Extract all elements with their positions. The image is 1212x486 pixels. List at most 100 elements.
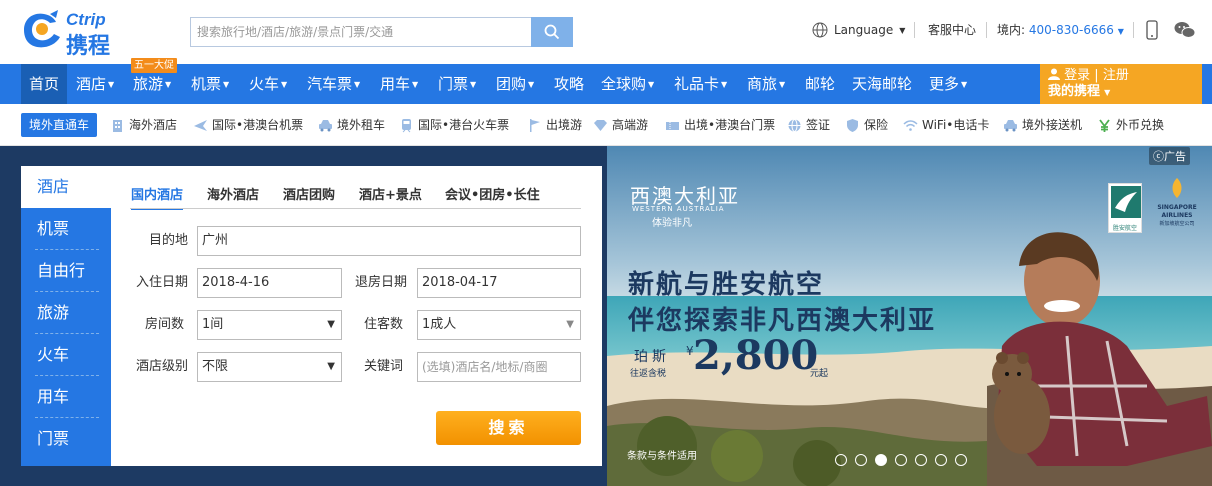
tab-hotel-groupbuy[interactable]: 酒店团购 <box>283 186 335 206</box>
nav-label: 火车 <box>249 75 280 93</box>
side-tab-car[interactable]: 用车 <box>21 376 111 418</box>
carousel-dot[interactable] <box>835 454 847 466</box>
mobile-icon[interactable] <box>1146 20 1158 44</box>
subnav-outbound-tours[interactable]: 出境游 <box>527 114 582 136</box>
subnav-overseas-hotel[interactable]: 海外酒店 <box>110 114 177 136</box>
hotel-search-button[interactable]: 搜索 <box>436 411 581 445</box>
checkout-label: 退房日期 <box>354 275 407 290</box>
airline-name-silkair: 胜安航空 <box>1112 225 1137 232</box>
nav-item-train[interactable]: 火车 ▼ <box>249 64 287 104</box>
chevron-down-icon: ▼ <box>412 79 419 89</box>
nav-label: 首页 <box>29 75 60 93</box>
subnav-insurance[interactable]: 保险 <box>845 114 888 136</box>
subnav-outbound-tickets[interactable]: 出境•港澳台门票 <box>665 114 775 136</box>
subnav-label: 外币兑换 <box>1116 118 1165 132</box>
side-tab-train[interactable]: 火车 <box>21 334 111 376</box>
subnav-wifi[interactable]: WiFi•电话卡 <box>903 114 989 136</box>
carousel-dot[interactable] <box>935 454 947 466</box>
divider <box>986 22 987 38</box>
tab-overseas-hotel[interactable]: 海外酒店 <box>207 186 259 206</box>
tab-meeting-longstay[interactable]: 会议•团房•长住 <box>445 186 540 206</box>
login-link[interactable]: 登录 <box>1064 68 1090 83</box>
search-input[interactable]: 搜索旅行地/酒店/旅游/景点门票/交通 <box>190 17 531 47</box>
side-tab-travel[interactable]: 旅游 <box>21 292 111 334</box>
ad-round-trip: 往返含税 <box>630 369 667 379</box>
side-tab-freetour[interactable]: 自由行 <box>21 250 111 292</box>
language-selector[interactable]: Language ▼ <box>812 20 905 40</box>
guests-value: 1成人 <box>422 317 457 332</box>
nav-item-gift-card[interactable]: 礼品卡 ▼ <box>674 64 727 104</box>
nav-label: 邮轮 <box>805 75 836 93</box>
side-tab-hotel[interactable]: 酒店 <box>21 166 111 208</box>
nav-item-bus[interactable]: 汽车票 ▼ <box>307 64 360 104</box>
nav-item-business[interactable]: 商旅 ▼ <box>747 64 785 104</box>
side-tab-flights[interactable]: 机票 <box>21 208 111 250</box>
nav-item-hotel[interactable]: 酒店 ▼ <box>76 64 114 104</box>
phone-label: 境内: <box>997 23 1026 37</box>
subnav-airport-transfer[interactable]: 境外接送机 <box>1003 114 1082 136</box>
my-ctrip-link[interactable]: 我的携程 ▼ <box>1048 84 1194 101</box>
chevron-down-icon: ▼ <box>961 79 968 89</box>
nav-label: 团购 <box>496 75 527 93</box>
guests-select[interactable]: 1成人 ▼ <box>417 310 581 340</box>
subnav-car-rental[interactable]: 境外租车 <box>318 114 385 136</box>
nav-item-tickets[interactable]: 门票 ▼ <box>438 64 476 104</box>
subnav-label: 出境•港澳台门票 <box>684 118 776 132</box>
subnav-currency-exchange[interactable]: 外币兑换 <box>1097 114 1164 136</box>
nav-item-more[interactable]: 更多 ▼ <box>929 64 967 104</box>
nav-item-groupbuy[interactable]: 团购 ▼ <box>496 64 534 104</box>
logo-text-cn: 携程 <box>66 34 111 59</box>
chevron-down-icon: ▼ <box>223 79 230 89</box>
carousel-dot[interactable] <box>955 454 967 466</box>
destination-field[interactable]: 广州 <box>197 226 581 256</box>
ad-terms: 条款与条件适用 <box>627 451 697 462</box>
subnav-intl-flights[interactable]: 国际•港澳台机票 <box>193 114 303 136</box>
carousel-dot[interactable] <box>915 454 927 466</box>
carousel-dot[interactable] <box>855 454 867 466</box>
carousel-dot[interactable] <box>895 454 907 466</box>
yen-icon <box>1099 118 1110 132</box>
tab-domestic-hotel[interactable]: 国内酒店 <box>131 186 184 210</box>
nav-item-global-shop[interactable]: 全球购 ▼ <box>601 64 654 104</box>
chevron-down-icon: ▼ <box>528 79 535 89</box>
subnav-intl-train[interactable]: 国际•港台火车票 <box>399 114 509 136</box>
nav-item-car[interactable]: 用车 ▼ <box>380 64 418 104</box>
checkout-date-field[interactable]: 2018-04-17 <box>417 268 581 298</box>
tab-hotel-attraction[interactable]: 酒店+景点 <box>359 186 422 206</box>
nav-item-home[interactable]: 首页 <box>21 64 68 104</box>
wechat-icon[interactable] <box>1174 20 1196 44</box>
customer-service-link[interactable]: 客服中心 <box>928 20 976 40</box>
carousel-dot[interactable] <box>875 454 887 466</box>
nav-item-flights[interactable]: 机票 ▼ <box>191 64 229 104</box>
side-tab-tickets[interactable]: 门票 <box>21 418 111 460</box>
checkin-date-field[interactable]: 2018-4-16 <box>197 268 342 298</box>
rooms-select[interactable]: 1间 ▼ <box>197 310 342 340</box>
car-icon <box>319 119 332 131</box>
shield-icon <box>847 118 858 132</box>
register-link[interactable]: 注册 <box>1103 68 1129 83</box>
hotel-level-select[interactable]: 不限 ▼ <box>197 352 342 382</box>
side-tab-label: 酒店 <box>37 177 70 196</box>
nav-item-cruise[interactable]: 邮轮 <box>805 64 835 104</box>
chevron-down-icon: ▼ <box>281 79 288 89</box>
nav-label: 天海邮轮 <box>852 75 913 93</box>
keyword-input[interactable]: (选填)酒店名/地标/商圈 <box>417 352 581 382</box>
subnav-visa[interactable]: 签证 <box>787 114 830 136</box>
info-icon: ⓒ <box>1153 150 1164 163</box>
promo-badge: 五一大促 <box>131 58 177 73</box>
hotline[interactable]: 境内: 400-830-6666 ▼ <box>997 20 1124 42</box>
search-button[interactable] <box>531 17 573 47</box>
chevron-down-icon: ▼ <box>165 79 172 89</box>
overseas-badge: 境外直通车 <box>21 113 98 137</box>
nav-item-skysea-cruise[interactable]: 天海邮轮 <box>852 64 912 104</box>
ctrip-logo[interactable]: Ctrip 携程 <box>20 8 150 59</box>
hotel-level-value: 不限 <box>202 359 229 374</box>
subnav-luxury-tours[interactable]: 高端游 <box>593 114 648 136</box>
phone-number: 400-830-6666 <box>1028 23 1114 37</box>
globe-icon <box>788 118 801 132</box>
dropdown-arrow-icon: ▼ <box>327 361 335 372</box>
nav-item-guides[interactable]: 攻略 <box>554 64 584 104</box>
rooms-value: 1间 <box>202 317 224 332</box>
side-tab-label: 用车 <box>37 387 70 406</box>
ad-tagline: 体验非凡 <box>652 218 692 229</box>
